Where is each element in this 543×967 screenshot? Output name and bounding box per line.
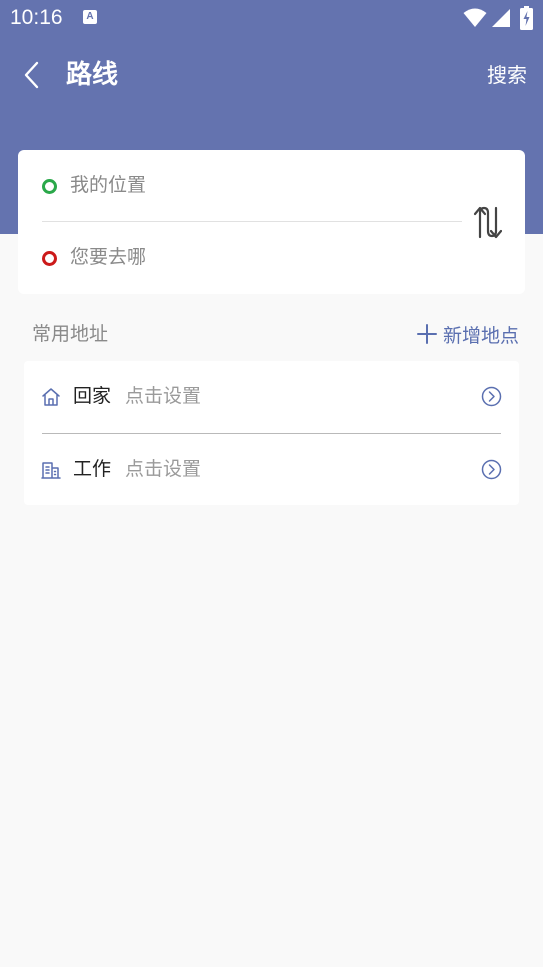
route-card: 我的位置 您要去哪 [18, 150, 525, 294]
office-building-icon [41, 462, 61, 479]
work-set-hint: 点击设置 [125, 458, 202, 480]
swap-vertical-icon[interactable] [470, 205, 502, 239]
chevron-right-circle-icon[interactable] [481, 459, 502, 480]
home-address-row[interactable]: 回家 点击设置 [24, 361, 519, 433]
start-dot-icon [42, 179, 57, 194]
plus-icon [416, 324, 437, 344]
end-dot-icon [42, 251, 57, 266]
battery-charging-icon [520, 6, 533, 30]
start-location-placeholder: 我的位置 [70, 174, 147, 196]
work-label: 工作 [73, 458, 112, 480]
a-icon: A [83, 10, 97, 24]
back-icon[interactable] [20, 60, 44, 90]
add-place-button[interactable]: 新增地点 [416, 320, 519, 348]
status-time: 10:16 [10, 6, 63, 29]
destination-field[interactable]: 您要去哪 [18, 222, 458, 292]
home-label: 回家 [73, 385, 112, 407]
signal-icon [492, 9, 510, 27]
search-button[interactable]: 搜索 [487, 61, 527, 89]
destination-placeholder: 您要去哪 [70, 246, 147, 268]
home-set-hint: 点击设置 [125, 385, 202, 407]
wifi-icon [463, 8, 487, 27]
work-address-row[interactable]: 工作 点击设置 [24, 434, 519, 506]
common-places-card: 回家 点击设置 工作 点击设置 [24, 361, 519, 505]
common-places-label: 常用地址 [32, 323, 109, 345]
chevron-right-circle-icon[interactable] [481, 386, 502, 407]
add-place-label: 新增地点 [442, 324, 519, 347]
status-bar: 10:16 A [0, 0, 543, 36]
page-title: 路线 [66, 60, 119, 90]
start-location-field[interactable]: 我的位置 [18, 150, 458, 220]
home-icon [42, 388, 60, 406]
